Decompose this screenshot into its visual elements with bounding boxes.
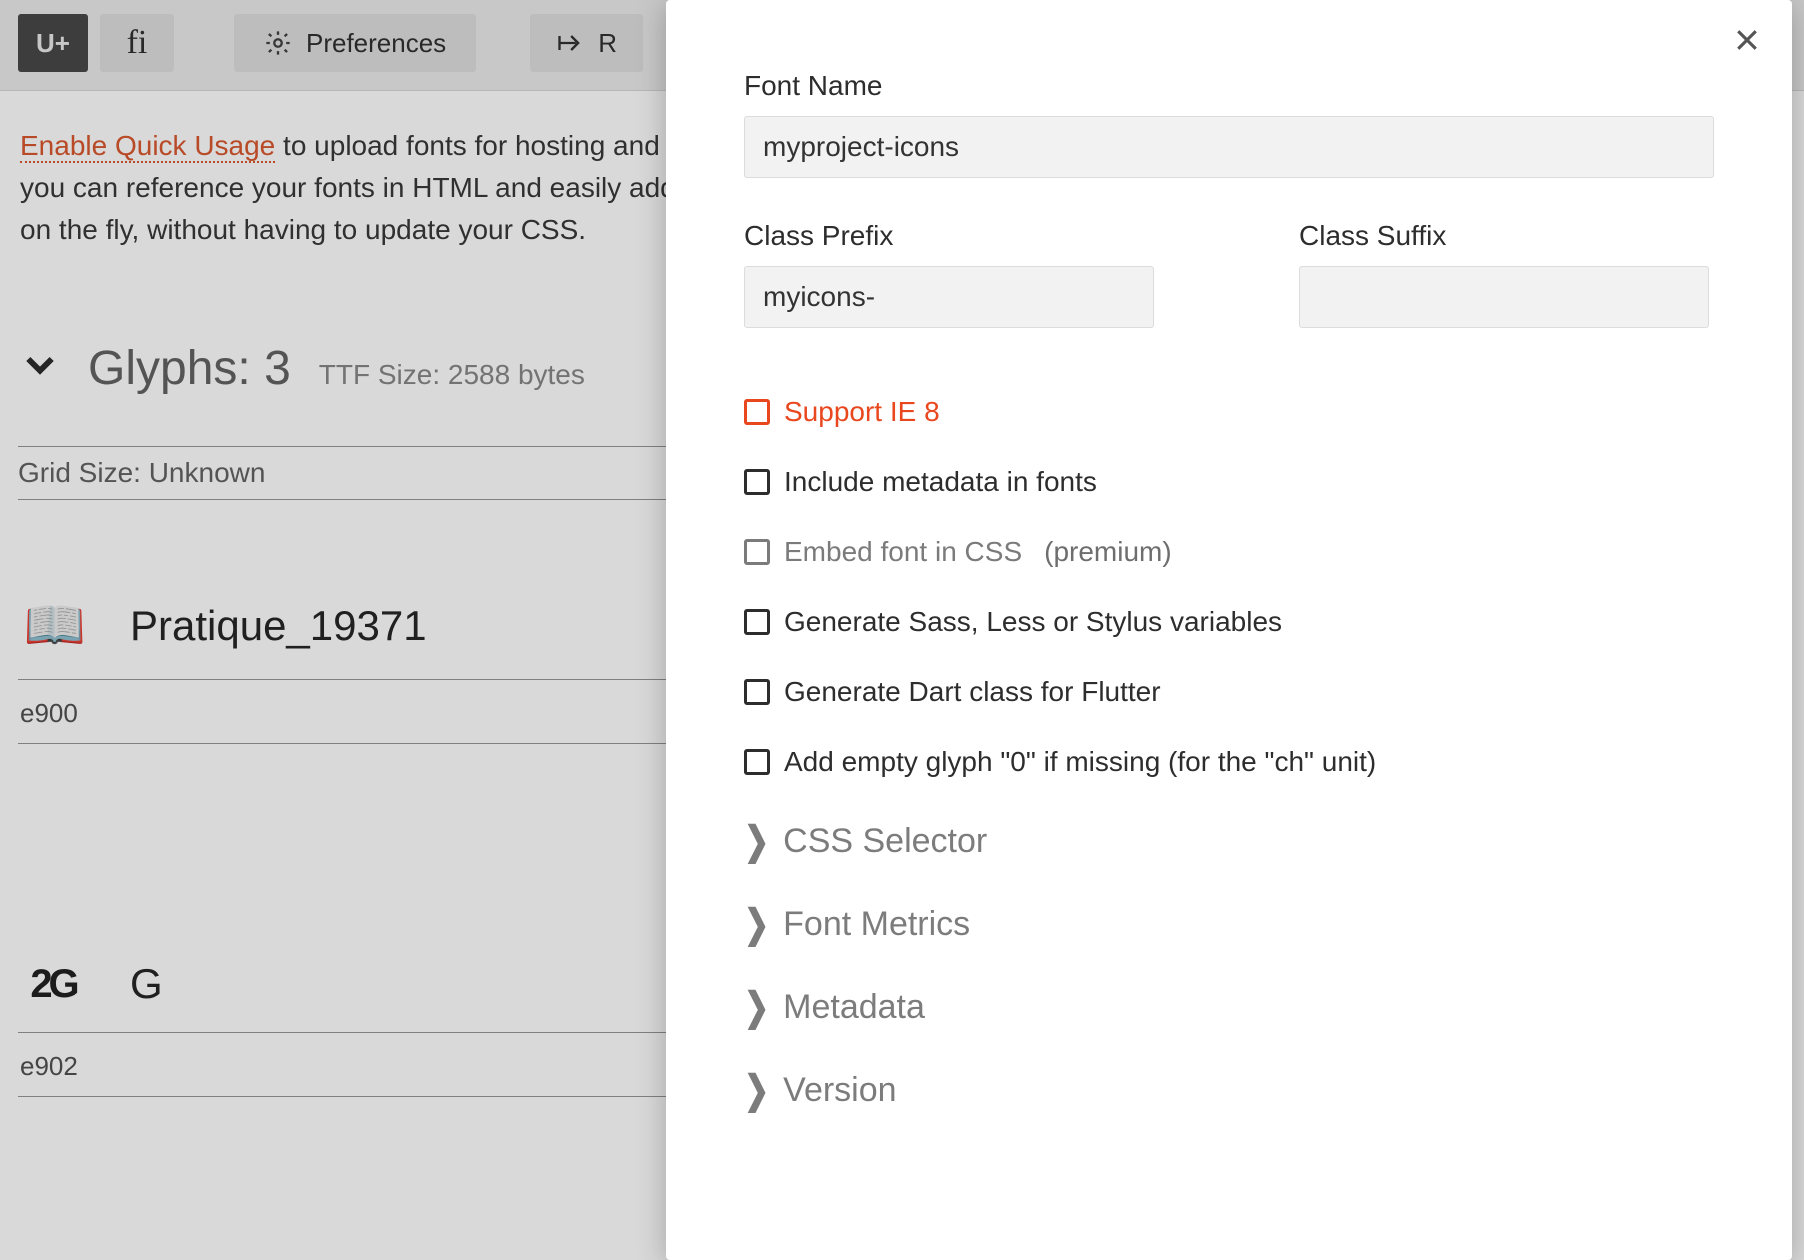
font-name-input[interactable] <box>744 116 1714 178</box>
checkbox-icon <box>744 539 770 565</box>
class-suffix-label: Class Suffix <box>1299 220 1714 252</box>
checkbox-icon <box>744 609 770 635</box>
preferences-modal: Font Name Class Prefix Class Suffix Supp… <box>666 0 1792 1260</box>
css-selector-section[interactable]: ❯ CSS Selector <box>744 822 1714 861</box>
generate-dart-label: Generate Dart class for Flutter <box>784 676 1161 708</box>
generate-sass-label: Generate Sass, Less or Stylus variables <box>784 606 1282 638</box>
checkbox-icon <box>744 749 770 775</box>
generate-sass-checkbox[interactable]: Generate Sass, Less or Stylus variables <box>744 606 1714 638</box>
metadata-section[interactable]: ❯ Metadata <box>744 988 1714 1027</box>
version-section[interactable]: ❯ Version <box>744 1071 1714 1110</box>
checkbox-icon <box>744 399 770 425</box>
add-empty-glyph-label: Add empty glyph "0" if missing (for the … <box>784 746 1376 778</box>
class-suffix-input[interactable] <box>1299 266 1709 328</box>
add-empty-glyph-checkbox[interactable]: Add empty glyph "0" if missing (for the … <box>744 746 1714 778</box>
chevron-right-icon: ❯ <box>744 902 769 948</box>
metadata-label: Metadata <box>783 988 925 1027</box>
support-ie8-label: Support IE 8 <box>784 396 940 428</box>
font-metrics-label: Font Metrics <box>783 905 970 944</box>
embed-font-label: Embed font in CSS <box>784 536 1022 568</box>
support-ie8-checkbox[interactable]: Support IE 8 <box>744 396 1714 428</box>
css-selector-label: CSS Selector <box>783 822 987 861</box>
class-prefix-label: Class Prefix <box>744 220 1159 252</box>
close-icon <box>1732 25 1762 55</box>
close-button[interactable] <box>1732 22 1762 62</box>
font-name-label: Font Name <box>744 70 1714 102</box>
generate-dart-checkbox[interactable]: Generate Dart class for Flutter <box>744 676 1714 708</box>
checkbox-icon <box>744 679 770 705</box>
chevron-right-icon: ❯ <box>744 819 769 865</box>
class-prefix-input[interactable] <box>744 266 1154 328</box>
embed-font-note: (premium) <box>1044 536 1172 568</box>
chevron-right-icon: ❯ <box>744 1068 769 1114</box>
checkbox-icon <box>744 469 770 495</box>
include-metadata-checkbox[interactable]: Include metadata in fonts <box>744 466 1714 498</box>
embed-font-checkbox[interactable]: Embed font in CSS (premium) <box>744 536 1714 568</box>
version-label: Version <box>783 1071 896 1110</box>
font-metrics-section[interactable]: ❯ Font Metrics <box>744 905 1714 944</box>
chevron-right-icon: ❯ <box>744 985 769 1031</box>
include-metadata-label: Include metadata in fonts <box>784 466 1097 498</box>
